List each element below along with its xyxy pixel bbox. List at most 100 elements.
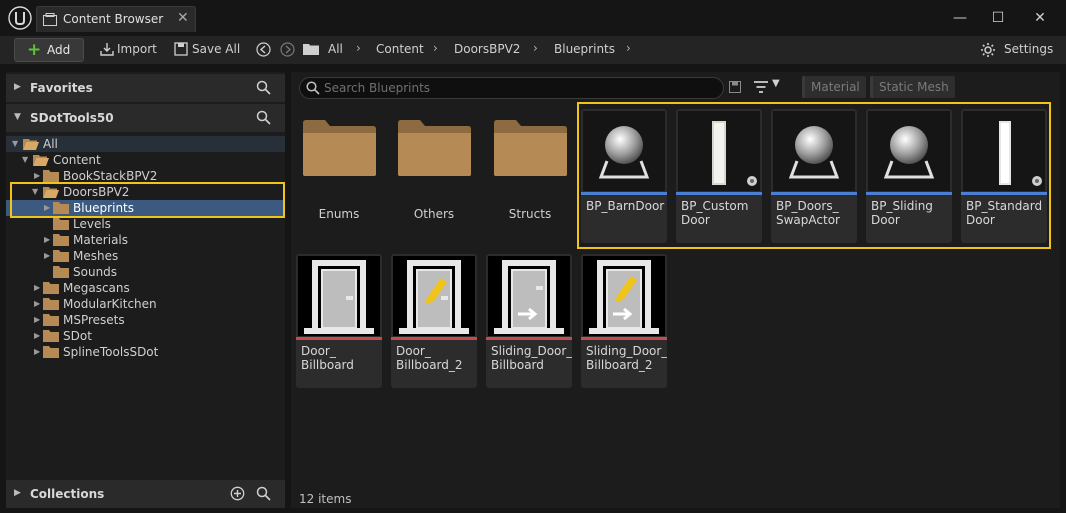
asset-type-bar	[391, 337, 477, 340]
folder-label: Enums	[318, 207, 360, 221]
highlight-outline	[577, 102, 1051, 249]
tree-item-sounds[interactable]: Sounds	[6, 264, 285, 280]
tree-item-label: All	[43, 137, 58, 151]
forward-icon[interactable]	[280, 42, 295, 57]
import-icon[interactable]	[100, 42, 114, 56]
chevron-right-icon[interactable]: ▶	[34, 331, 40, 340]
tree-item-label: Materials	[73, 233, 129, 247]
plus-icon: +	[27, 40, 42, 60]
back-icon[interactable]	[256, 42, 271, 57]
chevron-down-icon[interactable]: ▼	[772, 78, 780, 89]
unreal-logo-icon[interactable]	[8, 6, 32, 30]
tree-item-label: Sounds	[73, 265, 118, 279]
asset-tile[interactable]: Sliding_Door_ Billboard_2	[581, 254, 667, 388]
collections-header[interactable]: ▶ Collections	[6, 480, 285, 508]
maximize-button[interactable]: ☐	[984, 6, 1012, 30]
search-input[interactable]	[324, 80, 714, 96]
tree-item-levels[interactable]: Levels	[6, 216, 285, 232]
folder-icon	[43, 298, 59, 310]
add-collection-icon[interactable]	[230, 486, 245, 501]
chevron-right-icon[interactable]: ▶	[14, 82, 21, 92]
favorites-label: Favorites	[30, 81, 93, 95]
tree-item-all[interactable]: ▼ All	[6, 136, 285, 152]
favorites-header[interactable]: ▶ Favorites	[6, 74, 285, 102]
door-arrow-pencil-thumbnail	[583, 256, 665, 336]
tree-item-modularkitchen[interactable]: ▶ ModularKitchen	[6, 296, 285, 312]
folder-icon	[43, 314, 59, 326]
tree-item-splinetoolssdot[interactable]: ▶ SplineToolsSDot	[6, 344, 285, 360]
save-all-icon[interactable]	[174, 42, 188, 56]
asset-tile[interactable]: Sliding_Door_ Billboard	[486, 254, 572, 388]
folder-tile[interactable]: Others	[391, 109, 477, 243]
folder-tile[interactable]: Enums	[296, 109, 382, 243]
folder-icon	[43, 330, 59, 342]
tab-close-icon[interactable]: ✕	[177, 10, 189, 26]
filter-chip-static-mesh[interactable]: Static Mesh	[870, 76, 955, 98]
folder-tile[interactable]: Structs	[487, 109, 573, 243]
chevron-right-icon[interactable]: ▶	[34, 283, 40, 292]
filter-chip-material[interactable]: Material	[802, 76, 866, 98]
chevron-down-icon[interactable]: ▼	[14, 112, 21, 122]
window-close-button[interactable]: ✕	[1026, 6, 1054, 30]
tree-item-materials[interactable]: ▶ Materials	[6, 232, 285, 248]
folder-icon	[53, 218, 69, 230]
tree-item-mspresets[interactable]: ▶ MSPresets	[6, 312, 285, 328]
folder-icon	[303, 120, 376, 176]
folder-open-icon	[23, 139, 39, 150]
chevron-right-icon[interactable]: ▶	[44, 235, 50, 244]
chevron-right-icon[interactable]: ▶	[34, 347, 40, 356]
chevron-right-icon[interactable]: ▶	[34, 299, 40, 308]
chevron-right-icon[interactable]: ›	[356, 41, 361, 55]
filter-icon[interactable]	[753, 80, 769, 94]
asset-label: Door_ Billboard	[301, 344, 354, 372]
folder-icon[interactable]	[303, 42, 319, 55]
breadcrumb-content[interactable]: Content	[376, 42, 424, 56]
chevron-right-icon[interactable]: ▶	[14, 488, 21, 498]
breadcrumb-doorsbpv2[interactable]: DoorsBPV2	[454, 42, 520, 56]
chevron-right-icon[interactable]: ▶	[34, 315, 40, 324]
breadcrumb-blueprints[interactable]: Blueprints	[554, 42, 615, 56]
tree-item-megascans[interactable]: ▶ Megascans	[6, 280, 285, 296]
chevron-right-icon[interactable]: ›	[433, 41, 438, 55]
tree-item-content[interactable]: ▼ Content	[6, 152, 285, 168]
search-icon[interactable]	[256, 110, 271, 125]
chevron-down-icon[interactable]: ▼	[12, 139, 18, 148]
chevron-down-icon[interactable]: ▼	[22, 155, 28, 164]
chevron-right-icon[interactable]: ▶	[34, 171, 40, 180]
chevron-right-icon[interactable]: ›	[533, 41, 538, 55]
tree-item-label: BookStackBPV2	[63, 169, 158, 183]
save-all-button[interactable]: Save All	[192, 42, 240, 56]
highlight-outline	[10, 182, 285, 218]
search-icon[interactable]	[256, 80, 271, 95]
breadcrumb-all[interactable]: All	[328, 42, 343, 56]
tree-item-sdot[interactable]: ▶ SDot	[6, 328, 285, 344]
tree-item-meshes[interactable]: ▶ Meshes	[6, 248, 285, 264]
gear-icon[interactable]	[980, 42, 996, 58]
folder-icon	[43, 282, 59, 294]
folder-icon	[43, 170, 59, 182]
chevron-right-icon[interactable]: ›	[626, 41, 631, 55]
save-search-icon[interactable]	[729, 81, 741, 93]
content-browser-icon	[43, 13, 57, 26]
chevron-right-icon[interactable]: ▶	[44, 251, 50, 260]
items-count: 12 items	[299, 492, 352, 506]
minimize-button[interactable]: —	[946, 6, 974, 30]
add-label: Add	[47, 43, 71, 57]
asset-tile[interactable]: Door_ Billboard	[296, 254, 382, 388]
tab-content-browser[interactable]: Content Browser ✕	[36, 6, 196, 32]
asset-tile[interactable]: Door_ Billboard_2	[391, 254, 477, 388]
search-icon	[306, 81, 320, 95]
door-arrow-thumbnail	[488, 256, 570, 336]
search-box[interactable]	[299, 77, 724, 99]
tree-item-label: SDot	[63, 329, 92, 343]
folder-icon	[53, 266, 69, 278]
tree-item-label: Content	[53, 153, 101, 167]
asset-type-bar	[486, 337, 572, 340]
folder-label: Structs	[508, 207, 552, 221]
add-button[interactable]: + Add	[14, 38, 84, 62]
search-icon[interactable]	[256, 486, 271, 501]
project-header[interactable]: ▼ SDotTools50	[6, 104, 285, 132]
import-button[interactable]: Import	[117, 42, 157, 56]
settings-button[interactable]: Settings	[1004, 42, 1053, 56]
door-pencil-thumbnail	[393, 256, 475, 336]
